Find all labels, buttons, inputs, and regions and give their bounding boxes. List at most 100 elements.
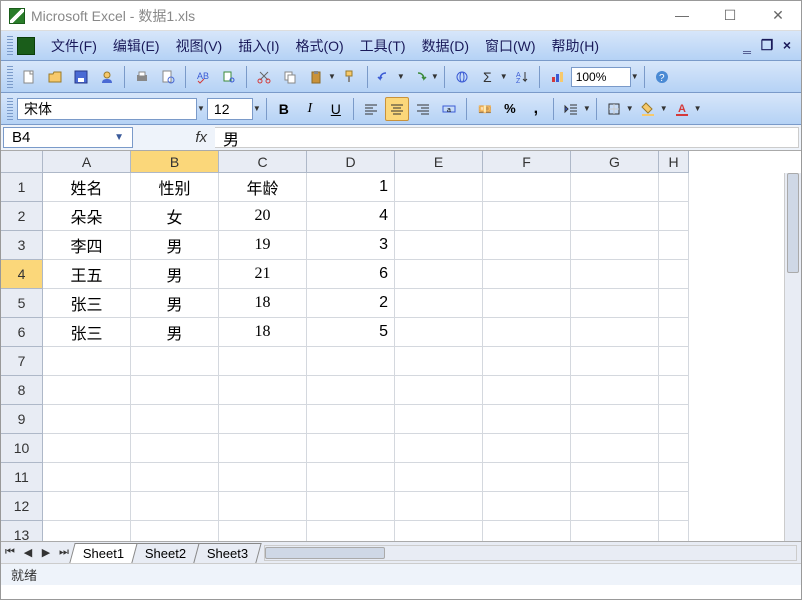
cell-E11[interactable]: [395, 463, 483, 492]
fx-label[interactable]: fx: [135, 125, 215, 150]
print-preview-button[interactable]: [156, 65, 180, 89]
zoom-dropdown[interactable]: ▼: [631, 72, 639, 81]
cell-G12[interactable]: [571, 492, 659, 521]
menu-data[interactable]: 数据(D): [414, 33, 477, 59]
row-header-1[interactable]: 1: [1, 173, 43, 202]
indent-dropdown[interactable]: ▼: [583, 104, 591, 113]
cell-F4[interactable]: [483, 260, 571, 289]
cell-F12[interactable]: [483, 492, 571, 521]
row-header-11[interactable]: 11: [1, 463, 43, 492]
chart-button[interactable]: [545, 65, 569, 89]
cell-E12[interactable]: [395, 492, 483, 521]
col-header-D[interactable]: D: [307, 151, 395, 173]
name-box-dropdown-icon[interactable]: ▼: [114, 132, 124, 143]
cell-E10[interactable]: [395, 434, 483, 463]
col-header-F[interactable]: F: [483, 151, 571, 173]
currency-button[interactable]: 💴: [472, 97, 496, 121]
cell-G4[interactable]: [571, 260, 659, 289]
cell-C2[interactable]: 20: [219, 202, 307, 231]
cell-C11[interactable]: [219, 463, 307, 492]
cell-F2[interactable]: [483, 202, 571, 231]
hscroll-thumb[interactable]: [265, 547, 385, 559]
undo-dropdown[interactable]: ▼: [397, 72, 405, 81]
cell-F3[interactable]: [483, 231, 571, 260]
decrease-indent-button[interactable]: [559, 97, 583, 121]
percent-button[interactable]: %: [498, 97, 522, 121]
cell-A9[interactable]: [43, 405, 131, 434]
cell-G7[interactable]: [571, 347, 659, 376]
col-header-H[interactable]: H: [659, 151, 689, 173]
cell-E5[interactable]: [395, 289, 483, 318]
cell-F13[interactable]: [483, 521, 571, 541]
cell-E6[interactable]: [395, 318, 483, 347]
cell-C9[interactable]: [219, 405, 307, 434]
tab-nav-prev[interactable]: ◀: [19, 546, 37, 559]
sheet-tab-3[interactable]: Sheet3: [194, 543, 263, 563]
row-header-7[interactable]: 7: [1, 347, 43, 376]
cell-H3[interactable]: [659, 231, 689, 260]
col-header-G[interactable]: G: [571, 151, 659, 173]
cell-A10[interactable]: [43, 434, 131, 463]
row-header-4[interactable]: 4: [1, 260, 43, 289]
cell-D1[interactable]: 1: [307, 173, 395, 202]
cell-E7[interactable]: [395, 347, 483, 376]
cell-A3[interactable]: 李四: [43, 231, 131, 260]
cell-C8[interactable]: [219, 376, 307, 405]
doc-close-button[interactable]: ×: [779, 37, 795, 54]
cell-G9[interactable]: [571, 405, 659, 434]
formula-input[interactable]: 男: [215, 127, 799, 148]
font-size-combo[interactable]: 12: [207, 98, 253, 120]
format-painter-button[interactable]: [338, 65, 362, 89]
cell-A8[interactable]: [43, 376, 131, 405]
fill-color-button[interactable]: [636, 97, 660, 121]
cell-C4[interactable]: 21: [219, 260, 307, 289]
fill-color-dropdown[interactable]: ▼: [660, 104, 668, 113]
menu-grip[interactable]: [7, 36, 13, 56]
maximize-button[interactable]: ☐: [715, 7, 745, 24]
paste-button[interactable]: [304, 65, 328, 89]
cell-H9[interactable]: [659, 405, 689, 434]
cell-H8[interactable]: [659, 376, 689, 405]
align-center-button[interactable]: [385, 97, 409, 121]
tab-nav-first[interactable]: ⏮: [1, 546, 19, 559]
cell-B6[interactable]: 男: [131, 318, 219, 347]
menu-help[interactable]: 帮助(H): [544, 33, 607, 59]
cell-B12[interactable]: [131, 492, 219, 521]
menu-tools[interactable]: 工具(T): [352, 33, 414, 59]
font-name-dropdown[interactable]: ▼: [197, 104, 205, 113]
cell-C7[interactable]: [219, 347, 307, 376]
cell-D10[interactable]: [307, 434, 395, 463]
cell-E4[interactable]: [395, 260, 483, 289]
permission-button[interactable]: [95, 65, 119, 89]
redo-button[interactable]: [407, 65, 431, 89]
row-header-9[interactable]: 9: [1, 405, 43, 434]
redo-dropdown[interactable]: ▼: [431, 72, 439, 81]
cell-A13[interactable]: [43, 521, 131, 541]
cell-G13[interactable]: [571, 521, 659, 541]
font-color-dropdown[interactable]: ▼: [694, 104, 702, 113]
cell-A7[interactable]: [43, 347, 131, 376]
cell-A12[interactable]: [43, 492, 131, 521]
horizontal-scrollbar[interactable]: [264, 545, 797, 561]
cell-C10[interactable]: [219, 434, 307, 463]
col-header-B[interactable]: B: [131, 151, 219, 173]
cell-D12[interactable]: [307, 492, 395, 521]
undo-button[interactable]: [373, 65, 397, 89]
font-color-button[interactable]: A: [670, 97, 694, 121]
cell-B13[interactable]: [131, 521, 219, 541]
cell-G2[interactable]: [571, 202, 659, 231]
cell-G1[interactable]: [571, 173, 659, 202]
copy-button[interactable]: [278, 65, 302, 89]
cell-E13[interactable]: [395, 521, 483, 541]
minimize-button[interactable]: —: [667, 7, 697, 24]
print-button[interactable]: [130, 65, 154, 89]
cell-H5[interactable]: [659, 289, 689, 318]
cell-D5[interactable]: 2: [307, 289, 395, 318]
sheet-tab-2[interactable]: Sheet2: [132, 543, 201, 563]
cell-D4[interactable]: 6: [307, 260, 395, 289]
menu-window[interactable]: 窗口(W): [477, 33, 544, 59]
name-box[interactable]: B4 ▼: [3, 127, 133, 148]
doc-restore-button[interactable]: ❐: [759, 37, 775, 54]
cell-B7[interactable]: [131, 347, 219, 376]
row-header-6[interactable]: 6: [1, 318, 43, 347]
